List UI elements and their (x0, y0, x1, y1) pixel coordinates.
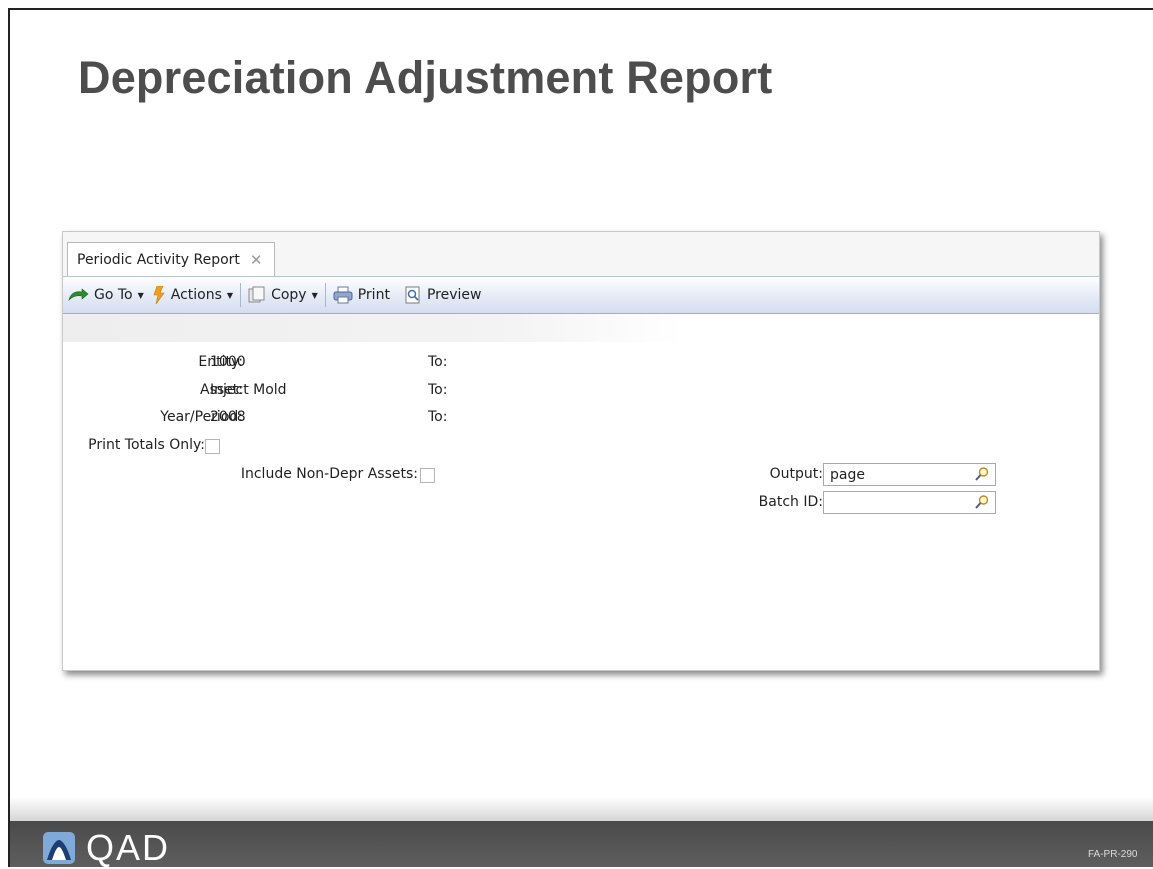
toolbar-separator (240, 283, 242, 307)
lightning-icon (153, 286, 165, 304)
entity-to-label: To: (428, 354, 448, 370)
footer-bar: QAD FA-PR-290 (10, 821, 1153, 868)
output-field[interactable]: page (823, 463, 996, 486)
year-period-to-label: To: (428, 409, 448, 425)
batch-id-label: Batch ID: (758, 494, 823, 510)
print-label: Print (357, 287, 390, 303)
goto-arrow-icon (68, 288, 89, 301)
goto-button[interactable]: Go To ▼ (63, 281, 148, 309)
entity-value[interactable]: 1000 (210, 354, 246, 370)
form-header-bar (63, 314, 683, 342)
print-button[interactable]: Print (329, 281, 394, 309)
copy-label: Copy (271, 287, 307, 303)
preview-label: Preview (426, 287, 482, 303)
magnifier-icon[interactable] (974, 466, 990, 482)
slide-code: FA-PR-290 (1088, 849, 1138, 860)
tab-periodic-activity-report[interactable]: Periodic Activity Report ✕ (67, 242, 275, 276)
logo-text: QAD (86, 827, 171, 868)
asset-to-label: To: (428, 382, 448, 398)
print-totals-checkbox[interactable] (205, 439, 220, 454)
copy-button[interactable]: Copy ▼ (244, 281, 322, 309)
footer-fade (10, 797, 1153, 821)
chevron-down-icon: ▼ (226, 290, 234, 300)
batch-id-field[interactable] (823, 491, 996, 514)
include-non-depr-checkbox[interactable] (420, 468, 435, 483)
include-non-depr-label: Include Non-Depr Assets: (240, 466, 418, 482)
app-window: Periodic Activity Report ✕ Go To ▼ Actio… (62, 231, 1100, 671)
tab-label: Periodic Activity Report (77, 251, 240, 268)
chevron-down-icon: ▼ (311, 290, 318, 300)
toolbar: Go To ▼ Actions ▼ Copy ▼ Print Preview (63, 277, 1099, 314)
print-totals-label: Print Totals Only: (88, 437, 205, 453)
output-value: page (830, 467, 865, 483)
copy-icon (248, 286, 265, 303)
preview-icon (405, 286, 420, 304)
printer-icon (333, 286, 353, 304)
close-icon[interactable]: ✕ (250, 251, 263, 269)
qad-logo-icon (43, 832, 75, 864)
year-period-value[interactable]: 2008 (210, 409, 246, 425)
magnifier-icon[interactable] (974, 494, 990, 510)
chevron-down-icon: ▼ (137, 290, 144, 300)
asset-value[interactable]: Inject Mold (210, 382, 287, 398)
toolbar-separator (324, 283, 326, 307)
tab-strip: Periodic Activity Report ✕ (63, 232, 1099, 277)
actions-label: Actions (170, 287, 222, 303)
output-label: Output: (769, 466, 823, 482)
actions-button[interactable]: Actions ▼ (148, 281, 237, 309)
slide-title: Depreciation Adjustment Report (78, 52, 773, 103)
preview-button[interactable]: Preview (400, 281, 486, 309)
goto-label: Go To (94, 287, 133, 303)
